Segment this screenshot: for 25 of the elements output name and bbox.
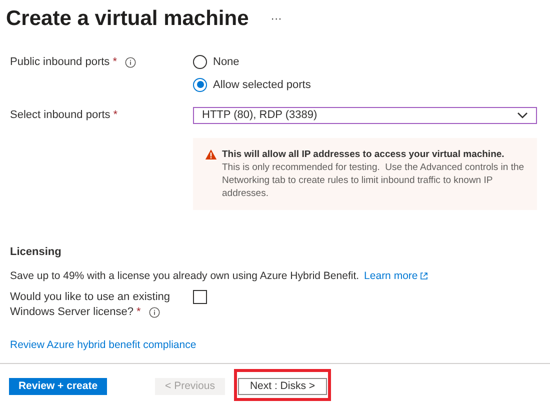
- required-mark: *: [136, 305, 141, 320]
- learn-more-link[interactable]: Learn more: [364, 268, 428, 284]
- nav-button[interactable]: Next : Disks >: [238, 378, 327, 394]
- licensing-description: Save up to 49% with a license you already own using Azure Hybrid Benefit.: [10, 268, 360, 284]
- review-create-button[interactable]: Review + create: [9, 378, 107, 394]
- ports-dropdown[interactable]: HTTP (80), RDP (3389): [193, 107, 537, 124]
- warning-text: This will allow all IP addresses to access your virtual machine. This is only recommended for testing. Use the Advanced controls in the Networking tab to create rules to limit inbound traffic to known IP addresses.: [222, 148, 525, 200]
- field-label: Would you like to use an existing: [10, 290, 170, 306]
- compliance-link[interactable]: Review Azure hybrid benefit compliance: [10, 338, 196, 354]
- chevron-down-icon: [517, 112, 528, 119]
- info-icon: [124, 56, 136, 68]
- info-icon: [148, 307, 160, 318]
- field-label: Select inbound ports: [10, 108, 110, 124]
- radio-option[interactable]: Allow selected ports: [193, 76, 311, 93]
- external-link-icon: [420, 272, 428, 280]
- field-label: Windows Server license?: [10, 305, 134, 320]
- field-label: Public inbound ports: [10, 54, 110, 70]
- required-mark: *: [112, 54, 117, 70]
- warning-icon: [205, 149, 217, 160]
- license-checkbox[interactable]: [193, 290, 207, 304]
- radio-option[interactable]: None: [193, 54, 311, 70]
- section-heading: Licensing: [10, 245, 62, 260]
- page-title: Create a virtual machine: [6, 6, 249, 32]
- required-mark: *: [113, 108, 118, 124]
- more-button[interactable]: ···: [270, 10, 282, 28]
